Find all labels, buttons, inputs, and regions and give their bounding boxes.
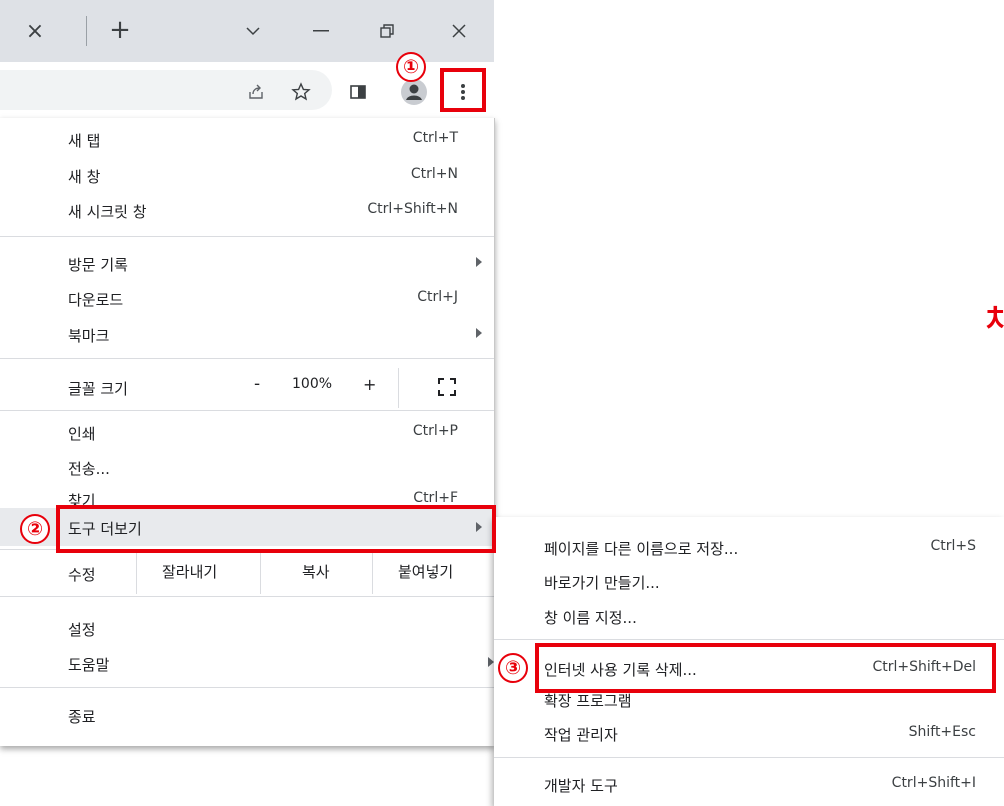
edit-divider — [260, 550, 261, 594]
plus-icon[interactable]: + — [106, 15, 134, 45]
menu-item-help[interactable]: 도움말 — [0, 646, 494, 680]
menu-item-label: 글꼴 크기 — [68, 380, 128, 398]
minimize-icon[interactable] — [308, 18, 334, 44]
zoom-out-button[interactable]: - — [254, 374, 260, 394]
edit-divider — [372, 550, 373, 594]
menu-item-label: 새 시크릿 창 — [68, 203, 147, 221]
menu-item-label: 새 탭 — [68, 132, 101, 150]
menu-separator — [0, 358, 494, 359]
menu-item-label: 새 창 — [68, 168, 101, 186]
background-text-fragment: 차 — [986, 304, 1004, 339]
menu-item-label: 인쇄 — [68, 425, 96, 443]
menu-item-label: 개발자 도구 — [544, 777, 618, 795]
shortcut-text: Shift+Esc — [908, 724, 976, 740]
submenu-item-save-as[interactable]: 페이지를 다른 이름으로 저장... Ctrl+S — [494, 530, 1004, 564]
menu-separator — [0, 410, 494, 411]
menu-separator — [494, 639, 1004, 640]
highlight-box-clear-data — [535, 643, 996, 693]
shortcut-text: Ctrl+N — [410, 166, 458, 182]
tab-divider — [86, 16, 87, 46]
menu-item-edit: 수정 잘라내기 복사 붙여넣기 — [0, 550, 494, 596]
paste-button[interactable]: 붙여넣기 — [398, 561, 453, 582]
chrome-main-menu: 새 탭 Ctrl+T 새 창 Ctrl+N 새 시크릿 창 Ctrl+Shift… — [0, 118, 495, 746]
menu-separator — [0, 236, 494, 237]
close-icon[interactable]: × — [22, 18, 48, 44]
step-badge-1: ① — [396, 52, 426, 82]
submenu-arrow-icon — [476, 328, 482, 338]
submenu-item-create-shortcut[interactable]: 바로가기 만들기... — [494, 564, 1004, 598]
menu-item-new-window[interactable]: 새 창 Ctrl+N — [0, 158, 494, 192]
edit-divider — [136, 550, 137, 594]
copy-button[interactable]: 복사 — [302, 561, 330, 582]
profile-icon[interactable] — [400, 78, 428, 106]
shortcut-text: Ctrl+F — [413, 490, 458, 506]
submenu-item-dev-tools[interactable]: 개발자 도구 Ctrl+Shift+I — [494, 767, 1004, 801]
restore-icon[interactable] — [374, 18, 400, 44]
menu-item-label: 설정 — [68, 621, 96, 639]
close-window-icon[interactable] — [446, 18, 472, 44]
menu-item-history[interactable]: 방문 기록 — [0, 246, 494, 280]
menu-item-new-tab[interactable]: 새 탭 Ctrl+T — [0, 122, 494, 156]
highlight-box-more-button — [440, 68, 486, 112]
menu-item-exit[interactable]: 종료 — [0, 698, 494, 732]
menu-item-label: 바로가기 만들기... — [544, 574, 660, 592]
step-badge-3: ③ — [498, 653, 528, 683]
menu-item-label: 수정 — [68, 566, 96, 584]
submenu-arrow-icon — [476, 257, 482, 267]
menu-item-print[interactable]: 인쇄 Ctrl+P — [0, 415, 494, 449]
star-icon[interactable] — [288, 79, 314, 105]
menu-item-zoom: 글꼴 크기 - 100% + — [0, 368, 494, 408]
shortcut-text: Ctrl+T — [412, 130, 458, 146]
menu-item-find[interactable]: 찾기 Ctrl+F — [0, 482, 494, 506]
menu-item-label: 도움말 — [68, 656, 110, 674]
shortcut-text: Ctrl+Shift+N — [367, 201, 458, 217]
side-panel-icon[interactable] — [346, 80, 370, 104]
chevron-down-icon[interactable] — [240, 18, 266, 44]
menu-item-label: 작업 관리자 — [544, 726, 618, 744]
address-bar[interactable] — [0, 70, 332, 110]
menu-item-label: 방문 기록 — [68, 256, 128, 274]
menu-item-downloads[interactable]: 다운로드 Ctrl+J — [0, 281, 494, 315]
fullscreen-icon[interactable] — [438, 378, 456, 396]
zoom-in-button[interactable]: + — [363, 375, 376, 394]
submenu-item-task-manager[interactable]: 작업 관리자 Shift+Esc — [494, 716, 1004, 750]
shortcut-text: Ctrl+S — [930, 538, 976, 554]
highlight-box-more-tools — [56, 505, 496, 553]
shortcut-text: Ctrl+Shift+I — [891, 775, 976, 791]
menu-item-incognito[interactable]: 새 시크릿 창 Ctrl+Shift+N — [0, 193, 494, 227]
menu-item-label: 페이지를 다른 이름으로 저장... — [544, 540, 739, 558]
menu-separator — [0, 687, 494, 688]
menu-separator — [494, 757, 1004, 758]
menu-item-label: 종료 — [68, 708, 96, 726]
menu-item-label: 확장 프로그램 — [544, 692, 632, 710]
submenu-item-name-window[interactable]: 창 이름 지정... — [494, 599, 1004, 633]
shortcut-text: Ctrl+J — [417, 289, 458, 305]
zoom-level: 100% — [292, 376, 333, 392]
step-badge-2: ② — [20, 514, 50, 544]
menu-item-label: 다운로드 — [68, 291, 124, 309]
menu-item-label: 전송... — [68, 460, 110, 478]
zoom-divider — [398, 368, 399, 408]
tab-strip: × + — [0, 0, 494, 62]
menu-item-label: 북마크 — [68, 327, 110, 345]
menu-item-cast[interactable]: 전송... — [0, 450, 494, 484]
shortcut-text: Ctrl+P — [412, 423, 458, 439]
menu-item-label: 창 이름 지정... — [544, 609, 637, 627]
cut-button[interactable]: 잘라내기 — [162, 561, 217, 582]
menu-item-settings[interactable]: 설정 — [0, 611, 494, 645]
menu-item-bookmarks[interactable]: 북마크 — [0, 317, 494, 351]
share-icon[interactable] — [244, 80, 268, 104]
menu-separator — [0, 596, 494, 597]
menu-item-label: 찾기 — [68, 492, 96, 506]
